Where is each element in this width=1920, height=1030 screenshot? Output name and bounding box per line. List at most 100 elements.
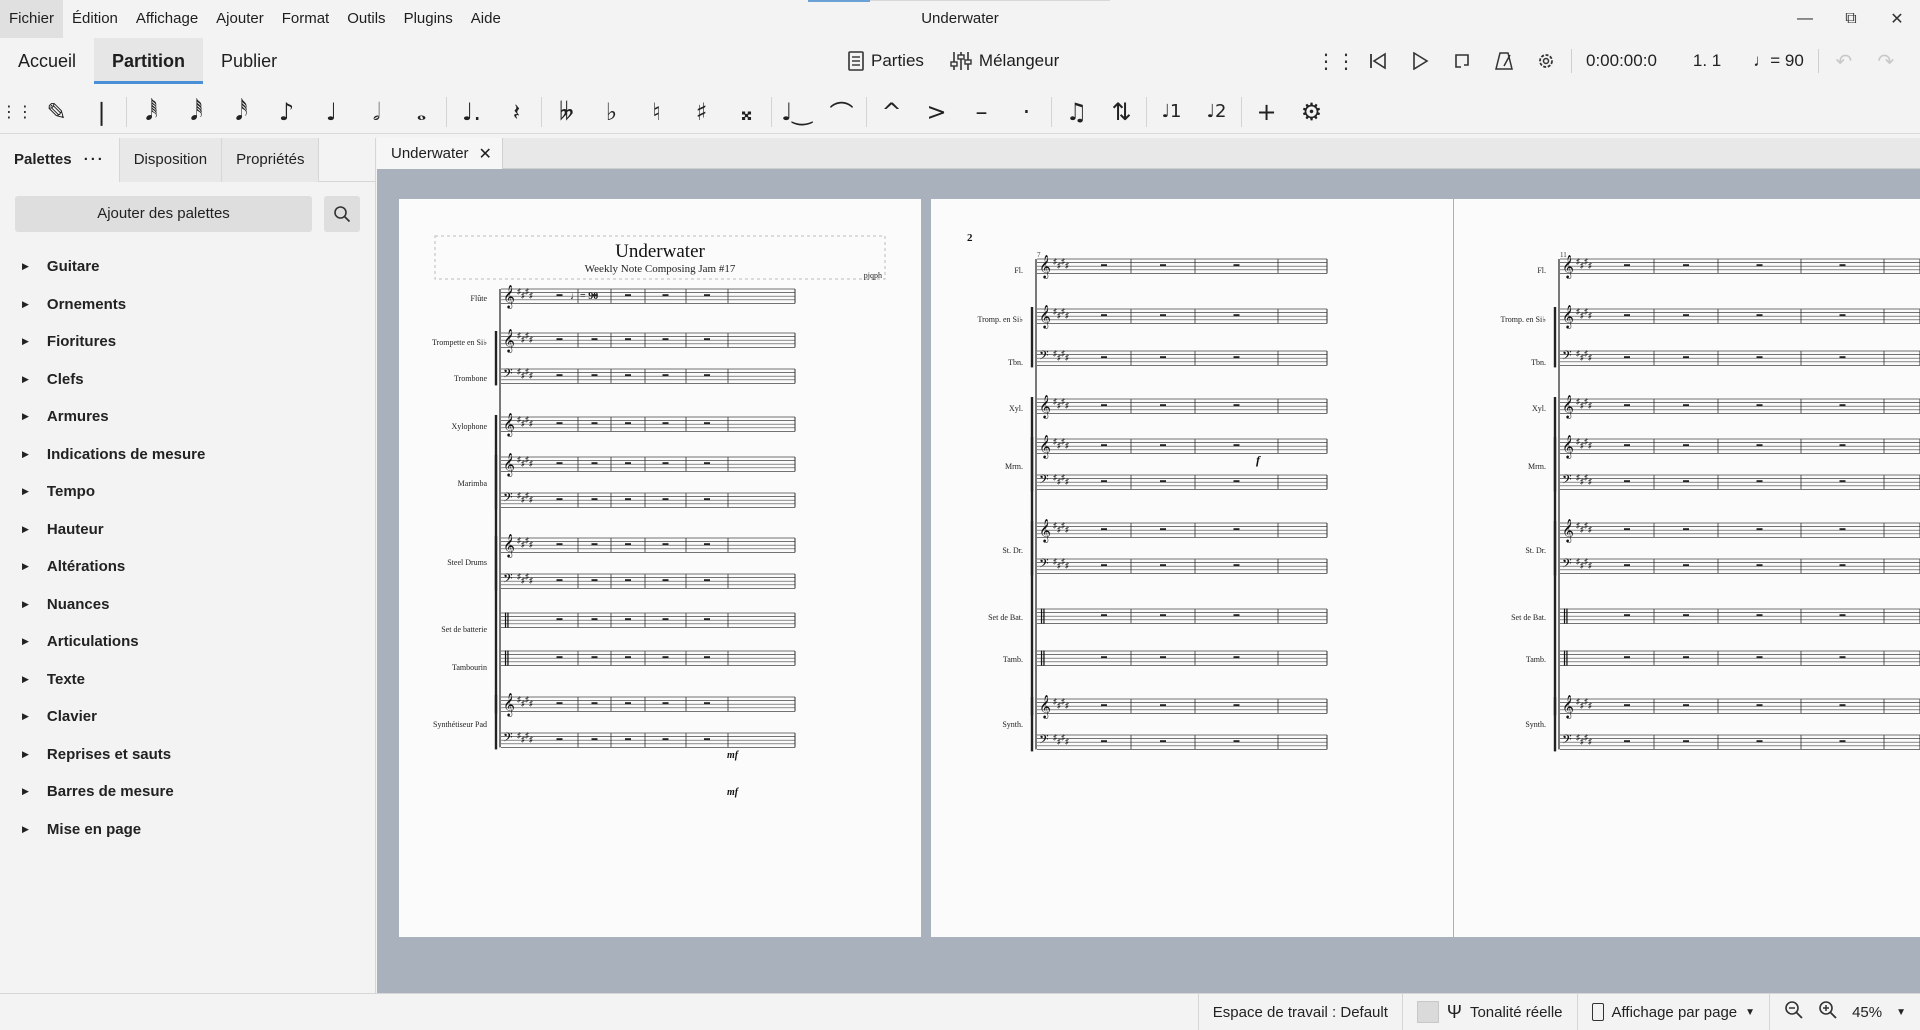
note-input-pen-icon[interactable]: ✎ — [34, 90, 79, 134]
slur-icon[interactable]: ⌒ — [819, 90, 864, 134]
close-icon[interactable]: ✕ — [1874, 0, 1920, 38]
whole-rest — [1233, 528, 1240, 531]
minimize-icon[interactable]: — — [1782, 0, 1828, 38]
palette-item[interactable]: ▶ Clefs — [0, 361, 376, 399]
play-icon[interactable] — [1399, 38, 1441, 84]
tab-publier[interactable]: Publier — [203, 38, 295, 84]
natural-icon[interactable]: ♮ — [634, 90, 679, 134]
view-mode-selector[interactable]: Affichage par page ▼ — [1576, 993, 1770, 1030]
palette-item[interactable]: ▶ Articulations — [0, 623, 376, 661]
menu-format[interactable]: Format — [273, 0, 339, 38]
zoom-in-icon[interactable] — [1818, 1000, 1838, 1024]
menu-fichier[interactable]: Fichier — [0, 0, 64, 38]
tenuto-icon[interactable]: – — [959, 90, 1004, 134]
whole-note-icon[interactable]: 𝅝 — [399, 90, 444, 134]
palette-item[interactable]: ▶ Guitare — [0, 248, 376, 286]
palette-item[interactable]: ▶ Armures — [0, 398, 376, 436]
whole-rest — [1624, 264, 1630, 267]
palette-item[interactable]: ▶ Mise en page — [0, 811, 376, 849]
score-view[interactable]: Underwater ✕ Underwater Weekly Note Comp… — [377, 138, 1920, 993]
score-page-2[interactable]: 2 7 f 𝄞 ♯ ♯ ♯ ♯ 𝄞 ♯ ♯ ♯ ♯ 𝄢 ♯ ♯ ♯ ♯ 𝄞 ♯ ♯ ♯ ♯ 𝄞 ♯ ♯ ♯ ♯ 𝄢 ♯ ♯ ♯ ♯ 𝄞 ♯ ♯ ♯… — [931, 199, 1453, 937]
tab-palettes-label: Palettes — [14, 151, 72, 168]
palette-item[interactable]: ▶ Fioritures — [0, 323, 376, 361]
dynamic-mf[interactable]: mf — [727, 787, 740, 798]
score-title[interactable]: Underwater — [615, 241, 705, 262]
dynamic-mf[interactable]: mf — [727, 750, 740, 761]
concert-pitch-checkbox[interactable] — [1416, 1001, 1439, 1023]
quarter-note-icon[interactable]: ♩ — [309, 90, 354, 134]
menu-aide[interactable]: Aide — [462, 0, 510, 38]
menu-affichage[interactable]: Affichage — [127, 0, 207, 38]
palette-item[interactable]: ▶ Hauteur — [0, 511, 376, 549]
score-page-1[interactable]: Underwater Weekly Note Composing Jam #17… — [399, 199, 921, 937]
restore-icon[interactable]: ⧉ — [1828, 0, 1874, 38]
flat-icon[interactable]: ♭ — [589, 90, 634, 134]
score-composer[interactable]: pjqph — [864, 271, 882, 280]
document-tab[interactable]: Underwater ✕ — [377, 138, 503, 169]
note-input-mode-icon[interactable]: ❘ — [79, 90, 124, 134]
sixty-fourth-note-icon[interactable]: 𝅘𝅥𝅲 — [129, 90, 174, 134]
close-tab-icon[interactable]: ✕ — [479, 144, 492, 164]
tab-accueil[interactable]: Accueil — [0, 38, 94, 84]
concert-pitch-toggle[interactable]: Ψ Tonalité réelle — [1401, 993, 1577, 1030]
thirty-second-note-icon[interactable]: 𝅘𝅥𝅱 — [174, 90, 219, 134]
score-subtitle[interactable]: Weekly Note Composing Jam #17 — [585, 263, 736, 275]
palette-item[interactable]: ▶ Tempo — [0, 473, 376, 511]
mixer-button[interactable]: Mélangeur — [940, 43, 1069, 79]
palette-item[interactable]: ▶ Reprises et sauts — [0, 736, 376, 774]
tab-disposition[interactable]: Disposition — [119, 138, 223, 182]
tab-partition[interactable]: Partition — [94, 38, 204, 84]
workspace-selector[interactable]: Espace de travail : Default — [1197, 993, 1402, 1030]
eighth-note-icon[interactable]: ♪ — [264, 90, 309, 134]
dynamic-f[interactable]: f — [1256, 453, 1261, 467]
menu-ajouter[interactable]: Ajouter — [207, 0, 273, 38]
palette-item[interactable]: ▶ Texte — [0, 661, 376, 699]
menu-plugins[interactable]: Plugins — [395, 0, 462, 38]
sixteenth-note-icon[interactable]: 𝅘𝅥𝅰 — [219, 90, 264, 134]
tuplet-icon[interactable]: ♫ — [1054, 90, 1099, 134]
rest-icon[interactable]: 𝄽 — [494, 90, 539, 134]
tab-palettes[interactable]: Palettes ··· — [0, 138, 120, 182]
tab-proprietes[interactable]: Propriétés — [222, 138, 320, 182]
palette-item[interactable]: ▶ Nuances — [0, 586, 376, 624]
double-flat-icon[interactable]: 𝄫 — [544, 90, 589, 134]
accent-icon[interactable]: > — [914, 90, 959, 134]
half-note-icon[interactable]: 𝅗𝅥 — [354, 90, 399, 134]
parts-button[interactable]: Parties — [838, 43, 934, 79]
add-palettes-button[interactable]: Ajouter des palettes — [15, 196, 312, 232]
score-page-3[interactable]: 11 𝄞 ♯ ♯ ♯ ♯ 𝄞 ♯ ♯ ♯ ♯ 𝄢 ♯ ♯ ♯ ♯ 𝄞 ♯ ♯ ♯ ♯ 𝄞 ♯ ♯ ♯ ♯ 𝄢 ♯ ♯ ♯ ♯ 𝄞 ♯ ♯ ♯ ♯ 𝄢 ♯… — [1454, 199, 1920, 937]
add-icon[interactable]: + — [1244, 90, 1289, 134]
palette-item[interactable]: ▶ Indications de mesure — [0, 436, 376, 474]
metronome-icon[interactable] — [1483, 38, 1525, 84]
chevron-down-icon[interactable]: ▼ — [1896, 1007, 1906, 1018]
palette-item[interactable]: ▶ Altérations — [0, 548, 376, 586]
search-icon[interactable] — [324, 196, 360, 232]
double-sharp-icon[interactable]: 𝄪 — [724, 90, 769, 134]
marcato-icon[interactable]: ^ — [869, 90, 914, 134]
sharp-icon[interactable]: ♯ — [679, 90, 724, 134]
palette-item[interactable]: ▶ Barres de mesure — [0, 773, 376, 811]
more-icon[interactable]: ··· — [84, 151, 105, 168]
loop-icon[interactable] — [1441, 38, 1483, 84]
drag-handle-icon[interactable]: ⋮⋮ — [0, 90, 34, 134]
tie-icon[interactable]: ♩‿ — [774, 90, 819, 134]
palette-item[interactable]: ▶ Clavier — [0, 698, 376, 736]
menu-edition[interactable]: Édition — [63, 0, 127, 38]
rewind-icon[interactable] — [1357, 38, 1399, 84]
staccato-icon[interactable]: · — [1004, 90, 1049, 134]
dotted-note-icon[interactable]: ♩. — [449, 90, 494, 134]
zoom-out-icon[interactable] — [1784, 1000, 1804, 1024]
drag-handle-icon[interactable]: ⋮⋮ — [1315, 38, 1357, 84]
zoom-value[interactable]: 45% — [1852, 1004, 1882, 1021]
menu-outils[interactable]: Outils — [338, 0, 394, 38]
redo-icon[interactable]: ↷ — [1865, 38, 1907, 84]
whole-rest — [1101, 404, 1107, 407]
voice-2-icon[interactable]: ♩2 — [1194, 90, 1239, 134]
playback-settings-icon[interactable] — [1525, 38, 1567, 84]
palette-item[interactable]: ▶ Ornements — [0, 286, 376, 324]
whole-rest — [1160, 314, 1166, 317]
flip-direction-icon[interactable]: ⇅ — [1099, 90, 1144, 134]
voice-1-icon[interactable]: ♩1 — [1149, 90, 1194, 134]
undo-icon[interactable]: ↶ — [1823, 38, 1865, 84]
toolbar-settings-icon[interactable]: ⚙ — [1289, 90, 1334, 134]
